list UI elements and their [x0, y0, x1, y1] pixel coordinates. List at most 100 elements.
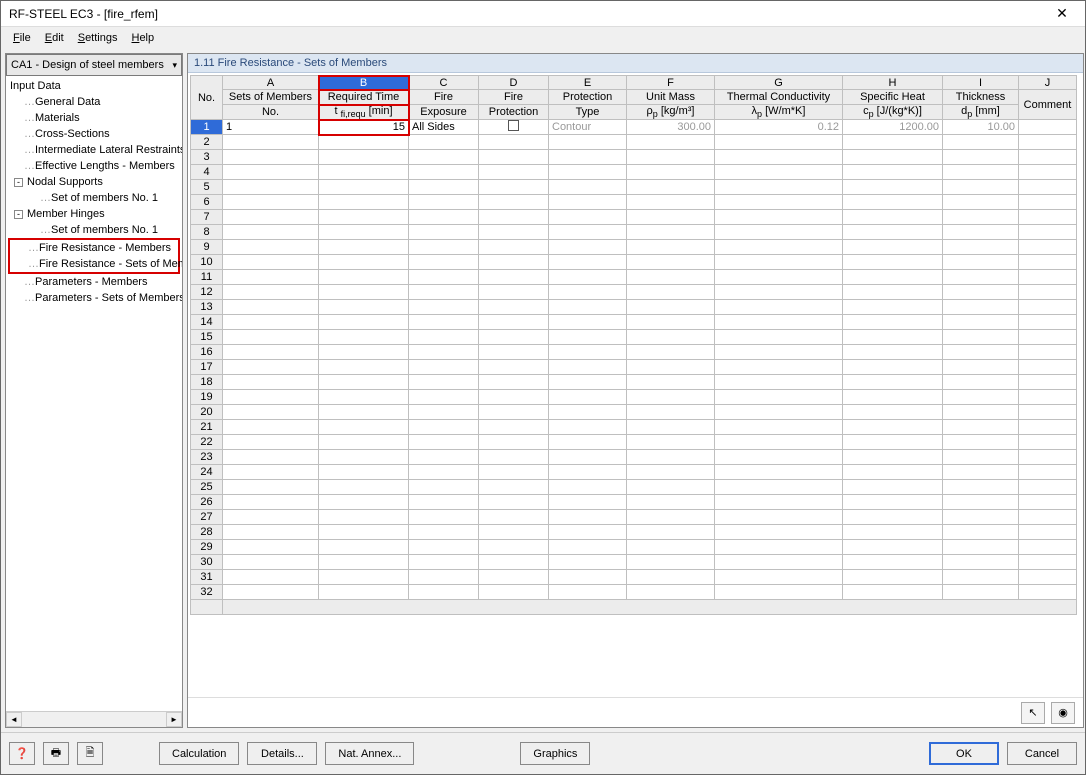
- rownum[interactable]: 26: [191, 495, 223, 510]
- tree-effective-lengths[interactable]: Effective Lengths - Members: [6, 158, 182, 174]
- rownum[interactable]: 25: [191, 480, 223, 495]
- rownum[interactable]: 4: [191, 165, 223, 180]
- col-letter-f[interactable]: F: [627, 76, 715, 90]
- tree-parameters-members[interactable]: Parameters - Members: [6, 274, 182, 290]
- tree-root[interactable]: Input Data: [6, 78, 182, 94]
- rownum[interactable]: 28: [191, 525, 223, 540]
- pick-button[interactable]: ↖: [1021, 702, 1045, 724]
- col-letter-b[interactable]: B: [319, 76, 409, 90]
- rownum-1[interactable]: 1: [191, 120, 223, 135]
- grid-row[interactable]: 22: [191, 435, 1077, 450]
- rownum[interactable]: 2: [191, 135, 223, 150]
- rownum[interactable]: 20: [191, 405, 223, 420]
- rownum[interactable]: 3: [191, 150, 223, 165]
- grid-row[interactable]: 13: [191, 300, 1077, 315]
- rownum[interactable]: 13: [191, 300, 223, 315]
- grid-row-1[interactable]: 1 1 15 All Sides Contour 300.00 0.12 120…: [191, 120, 1077, 135]
- data-grid[interactable]: No. A B C D E F G H I J Sets of Members: [190, 75, 1077, 615]
- grid-row[interactable]: 4: [191, 165, 1077, 180]
- grid-row[interactable]: 8: [191, 225, 1077, 240]
- col-letter-e[interactable]: E: [549, 76, 627, 90]
- rownum[interactable]: 29: [191, 540, 223, 555]
- grid-row[interactable]: 26: [191, 495, 1077, 510]
- cell-1-h[interactable]: 1200.00: [843, 120, 943, 135]
- tree-general-data[interactable]: General Data: [6, 94, 182, 110]
- tree-member-hinges[interactable]: -Member Hinges: [6, 206, 182, 222]
- tree-hinges-child[interactable]: Set of members No. 1: [6, 222, 182, 238]
- tree-cross-sections[interactable]: Cross-Sections: [6, 126, 182, 142]
- cell-1-j[interactable]: [1019, 120, 1077, 135]
- rownum[interactable]: 17: [191, 360, 223, 375]
- grid-row[interactable]: 21: [191, 420, 1077, 435]
- grid-row[interactable]: 15: [191, 330, 1077, 345]
- rownum[interactable]: 12: [191, 285, 223, 300]
- cell-1-e[interactable]: Contour: [549, 120, 627, 135]
- grid-row[interactable]: 23: [191, 450, 1077, 465]
- grid-row[interactable]: 27: [191, 510, 1077, 525]
- grid-row[interactable]: 20: [191, 405, 1077, 420]
- grid-row[interactable]: 25: [191, 480, 1077, 495]
- cell-1-d[interactable]: [479, 120, 549, 135]
- grid-row[interactable]: 30: [191, 555, 1077, 570]
- rownum[interactable]: 21: [191, 420, 223, 435]
- rownum[interactable]: 6: [191, 195, 223, 210]
- grid-row[interactable]: 7: [191, 210, 1077, 225]
- scroll-left-icon[interactable]: ◄: [6, 712, 22, 727]
- col-letter-c[interactable]: C: [409, 76, 479, 90]
- tree-parameters-sets[interactable]: Parameters - Sets of Members: [6, 290, 182, 306]
- close-button[interactable]: ✕: [1047, 4, 1077, 24]
- rownum[interactable]: 14: [191, 315, 223, 330]
- rownum[interactable]: 10: [191, 255, 223, 270]
- col-letter-d[interactable]: D: [479, 76, 549, 90]
- rownum[interactable]: 5: [191, 180, 223, 195]
- grid-row[interactable]: 31: [191, 570, 1077, 585]
- rownum[interactable]: 30: [191, 555, 223, 570]
- cell-1-b[interactable]: 15: [319, 120, 409, 135]
- grid-row[interactable]: 10: [191, 255, 1077, 270]
- rownum[interactable]: 18: [191, 375, 223, 390]
- grid-row[interactable]: 18: [191, 375, 1077, 390]
- col-no-header[interactable]: No.: [191, 76, 223, 120]
- tree-fire-members[interactable]: Fire Resistance - Members: [10, 240, 178, 256]
- menu-settings[interactable]: Settings: [72, 30, 124, 46]
- cell-1-c[interactable]: All Sides: [409, 120, 479, 135]
- rownum[interactable]: 16: [191, 345, 223, 360]
- cell-1-i[interactable]: 10.00: [943, 120, 1019, 135]
- ok-button[interactable]: OK: [929, 742, 999, 765]
- rownum[interactable]: 27: [191, 510, 223, 525]
- grid-row[interactable]: 9: [191, 240, 1077, 255]
- grid-row[interactable]: 19: [191, 390, 1077, 405]
- checkbox-icon[interactable]: [508, 120, 519, 131]
- menu-file[interactable]: File: [7, 30, 37, 46]
- collapse-icon[interactable]: -: [14, 178, 23, 187]
- rownum[interactable]: 23: [191, 450, 223, 465]
- grid-row[interactable]: 5: [191, 180, 1077, 195]
- grid-row[interactable]: 2: [191, 135, 1077, 150]
- col-letter-g[interactable]: G: [715, 76, 843, 90]
- tree-nodal-child[interactable]: Set of members No. 1: [6, 190, 182, 206]
- rownum[interactable]: 7: [191, 210, 223, 225]
- case-combo[interactable]: CA1 - Design of steel members ▾: [6, 54, 182, 76]
- tree-fire-sets[interactable]: Fire Resistance - Sets of Memb: [10, 256, 178, 272]
- collapse-icon[interactable]: -: [14, 210, 23, 219]
- tree-intermediate-restraints[interactable]: Intermediate Lateral Restraints: [6, 142, 182, 158]
- menu-help[interactable]: Help: [125, 30, 160, 46]
- grid-row[interactable]: 6: [191, 195, 1077, 210]
- rownum[interactable]: 24: [191, 465, 223, 480]
- cell-1-g[interactable]: 0.12: [715, 120, 843, 135]
- rownum[interactable]: 9: [191, 240, 223, 255]
- col-letter-j[interactable]: J: [1019, 76, 1077, 90]
- cell-1-a[interactable]: 1: [223, 120, 319, 135]
- rownum[interactable]: 11: [191, 270, 223, 285]
- rownum[interactable]: 22: [191, 435, 223, 450]
- grid-row[interactable]: 17: [191, 360, 1077, 375]
- rownum[interactable]: 8: [191, 225, 223, 240]
- export-button[interactable]: 🗎: [77, 742, 103, 765]
- grid-row[interactable]: 14: [191, 315, 1077, 330]
- rownum[interactable]: 32: [191, 585, 223, 600]
- graphics-button[interactable]: Graphics: [520, 742, 590, 765]
- col-letter-a[interactable]: A: [223, 76, 319, 90]
- rownum[interactable]: 19: [191, 390, 223, 405]
- col-letter-i[interactable]: I: [943, 76, 1019, 90]
- grid-row[interactable]: 3: [191, 150, 1077, 165]
